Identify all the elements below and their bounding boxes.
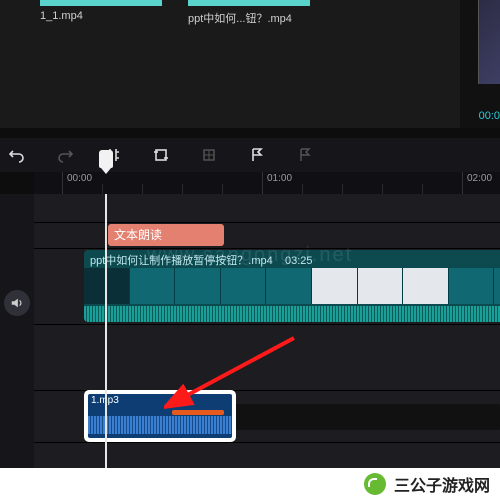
video-waveform bbox=[84, 306, 500, 322]
audio-clip[interactable]: 1.mp3 bbox=[86, 392, 234, 440]
timeline: 文本朗读 ppt中如何让制作播放暂停按钮？.mp4 03:25 bbox=[0, 194, 500, 468]
brand-text: 三公子游戏网 bbox=[394, 472, 490, 496]
brand-logo-icon bbox=[364, 473, 386, 495]
ruler-tick-1: 01:00 bbox=[262, 172, 292, 194]
video-clip-duration: 03:25 bbox=[285, 255, 313, 267]
media-clip-2[interactable]: ppt中如何...钮？.mp4 bbox=[188, 0, 310, 6]
undo-button[interactable] bbox=[6, 144, 28, 166]
playhead-line[interactable] bbox=[105, 194, 107, 468]
crop-button[interactable] bbox=[150, 144, 172, 166]
mute-button[interactable] bbox=[4, 290, 30, 316]
timeline-toolbar bbox=[0, 138, 500, 172]
audio-waveform bbox=[88, 416, 232, 434]
media-clip-1-filename: 1_1.mp4 bbox=[40, 10, 83, 22]
video-clip[interactable]: ppt中如何让制作播放暂停按钮？.mp4 03:25 bbox=[84, 250, 500, 322]
video-clip-title: ppt中如何让制作播放暂停按钮？.mp4 bbox=[90, 255, 273, 267]
freeze-button[interactable] bbox=[198, 144, 220, 166]
media-clip-2-filename: ppt中如何...钮？.mp4 bbox=[188, 10, 292, 26]
marker2-button[interactable] bbox=[294, 144, 316, 166]
media-clip-1[interactable]: 1_1.mp4 bbox=[40, 0, 162, 6]
tracks-area[interactable]: 文本朗读 ppt中如何让制作播放暂停按钮？.mp4 03:25 bbox=[34, 194, 500, 468]
text-label-clip[interactable]: 文本朗读 bbox=[108, 224, 224, 246]
preview-pane: 00:0 bbox=[460, 0, 500, 128]
ruler-tick-2: 02:00 bbox=[462, 172, 492, 194]
marker-button[interactable] bbox=[246, 144, 268, 166]
track-header-column bbox=[0, 194, 34, 468]
preview-timestamp: 00:0 bbox=[479, 110, 500, 122]
ruler-tick-0: 00:00 bbox=[62, 172, 92, 194]
redo-button[interactable] bbox=[54, 144, 76, 166]
timeline-ruler[interactable]: 00:00 01:00 02:00 bbox=[34, 172, 500, 194]
audio-track[interactable] bbox=[234, 404, 500, 430]
media-library: 1_1.mp4 ppt中如何...钮？.mp4 00:0 bbox=[0, 0, 500, 128]
brand-footer: 三公子游戏网 bbox=[0, 468, 500, 500]
playhead-handle[interactable] bbox=[99, 150, 113, 168]
